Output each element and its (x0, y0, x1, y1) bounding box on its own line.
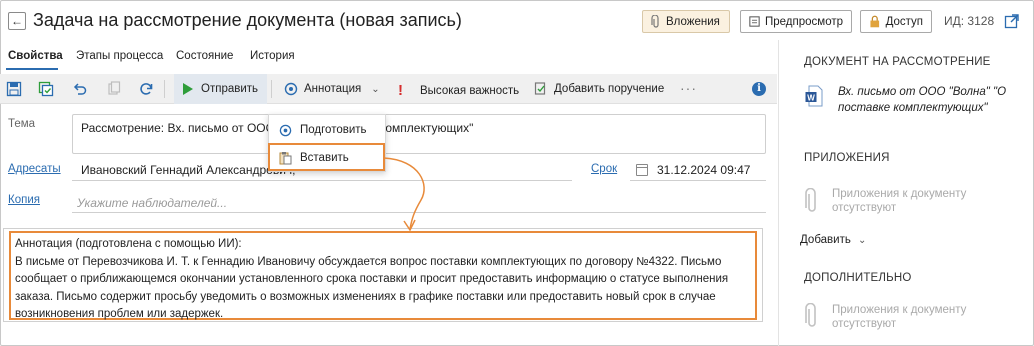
insert-highlight (268, 143, 385, 171)
copy-icon[interactable] (106, 81, 122, 97)
attachments-label: Вложения (666, 15, 720, 28)
tab-state[interactable]: Состояние (176, 50, 233, 62)
arrow-left-icon: ← (11, 14, 23, 28)
send-button[interactable]: Отправить (174, 74, 267, 104)
addressees-link[interactable]: Адресаты (8, 163, 61, 175)
subject-value: Рассмотрение: Вх. письмо от ООО (81, 121, 275, 135)
high-importance-button[interactable]: ! Высокая важность (398, 82, 519, 99)
info-icon[interactable]: i (752, 82, 766, 96)
toolbar-divider (271, 80, 272, 98)
addressees-underline (72, 180, 572, 181)
preview-button[interactable]: Предпросмотр (740, 10, 852, 33)
annotation-body: В письме от Перевозчикова И. Т. к Геннад… (15, 255, 729, 321)
save-icon[interactable] (6, 81, 22, 97)
ai-icon (284, 82, 298, 96)
extra-empty-text: Приложения к документу отсутствуют (832, 304, 967, 330)
high-importance-label: Высокая важность (420, 84, 520, 97)
calendar-icon[interactable] (636, 164, 648, 176)
add-attachment-button[interactable]: Добавить ⌄ (800, 234, 866, 246)
ai-icon (279, 124, 292, 136)
more-icon[interactable]: ··· (680, 80, 697, 96)
deadline-underline (630, 180, 766, 181)
add-order-icon (534, 82, 546, 95)
lock-icon (870, 15, 880, 28)
tab-properties[interactable]: Свойства (8, 50, 63, 62)
add-order-label: Добавить поручение (554, 83, 665, 95)
paperclip-icon (805, 188, 816, 212)
copy-link[interactable]: Копия (8, 194, 40, 206)
menu-item-prepare-label: Подготовить (300, 124, 367, 136)
document-section-heading: ДОКУМЕНТ НА РАССМОТРЕНИЕ (804, 56, 991, 68)
toolbar-divider (164, 80, 165, 98)
access-label: Доступ (885, 15, 923, 28)
chevron-down-icon: ⌄ (858, 235, 867, 246)
add-label: Добавить (800, 234, 851, 246)
subject-value-tail: комплектующих" (380, 121, 474, 135)
preview-label: Предпросмотр (765, 15, 843, 28)
exclamation-icon: ! (398, 82, 403, 99)
open-external-icon[interactable] (1004, 13, 1020, 29)
paperclip-icon (651, 14, 659, 28)
record-id: ИД: 3128 (944, 14, 995, 28)
annotation-text: Аннотация (подготовлена с помощью ИИ): В… (15, 236, 755, 324)
annotation-heading: Аннотация (подготовлена с помощью ИИ): (15, 238, 242, 250)
tab-history[interactable]: История (250, 50, 295, 62)
copy-underline (72, 212, 766, 213)
undo-icon[interactable] (72, 81, 88, 97)
word-document-icon: W (805, 85, 823, 107)
toolbar: Отправить Аннотация ⌄ ! Высокая важность… (0, 74, 777, 104)
refresh-icon[interactable] (138, 81, 154, 97)
menu-item-prepare[interactable]: Подготовить (269, 117, 385, 143)
deadline-value[interactable]: 31.12.2024 09:47 (657, 163, 750, 177)
tab-process-stages[interactable]: Этапы процесса (76, 50, 163, 62)
header: ← Задача на рассмотрение документа (нова… (0, 0, 1032, 42)
access-button[interactable]: Доступ (860, 10, 932, 33)
panel-divider (778, 40, 779, 346)
annotation-label: Аннотация (304, 83, 362, 95)
add-order-button[interactable]: Добавить поручение (534, 82, 664, 96)
save-and-close-icon[interactable] (38, 81, 54, 97)
tab-bar: Свойства Этапы процесса Состояние Истори… (0, 44, 780, 72)
back-button[interactable]: ← (8, 12, 26, 30)
subject-label: Тема (8, 118, 36, 130)
active-tab-indicator (6, 68, 58, 70)
send-label: Отправить (201, 83, 259, 95)
preview-icon (749, 16, 760, 27)
page-title: Задача на рассмотрение документа (новая … (33, 10, 462, 30)
paperclip-icon (805, 303, 816, 327)
annotation-menu-button[interactable]: Аннотация ⌄ (284, 82, 380, 96)
document-title-link[interactable]: Вх. письмо от ООО "Волна" "О поставке ко… (838, 84, 1008, 116)
attachments-section-heading: ПРИЛОЖЕНИЯ (804, 152, 890, 164)
play-icon (183, 83, 193, 95)
svg-text:W: W (807, 94, 815, 103)
chevron-down-icon: ⌄ (371, 83, 380, 95)
addressees-value[interactable]: Ивановский Геннадий Александрович, (81, 163, 296, 177)
attachments-empty-text: Приложения к документу отсутствуют (832, 188, 967, 214)
attachments-button[interactable]: Вложения (642, 10, 730, 33)
deadline-link[interactable]: Срок (591, 163, 617, 175)
copy-input[interactable]: Укажите наблюдателей... (77, 196, 227, 210)
extra-section-heading: ДОПОЛНИТЕЛЬНО (804, 272, 912, 284)
